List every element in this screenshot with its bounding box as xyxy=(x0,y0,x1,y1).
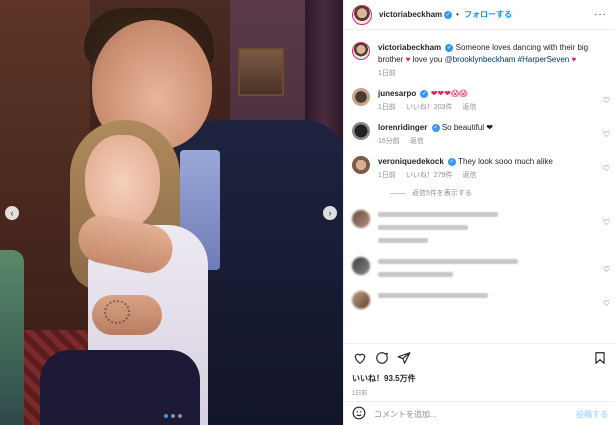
post-header: victoriabeckham ✓ • フォローする ··· xyxy=(344,0,615,30)
comment-likes[interactable]: いいね！279件 xyxy=(406,172,453,179)
share-icon[interactable] xyxy=(396,350,412,366)
carousel-dot xyxy=(178,414,182,418)
heart-icon[interactable] xyxy=(352,350,368,366)
caption-time: 1日前 xyxy=(378,70,396,77)
comment-time: 16分前 xyxy=(378,138,400,145)
view-replies-button[interactable]: 返信5件を表示する xyxy=(344,186,615,206)
carousel-dots xyxy=(164,414,182,418)
blurred-text xyxy=(378,259,518,264)
comment-text: They look sooo much alike xyxy=(458,157,553,166)
reply-button[interactable]: 返信 xyxy=(463,172,477,179)
avatar[interactable] xyxy=(352,4,372,25)
post-date: 1日前 xyxy=(352,391,368,397)
post-comment-button[interactable]: 投稿する xyxy=(576,409,608,420)
post-sidebar: victoriabeckham ✓ • フォローする ··· victoriab… xyxy=(343,0,615,425)
wall-portrait xyxy=(238,48,284,96)
heart-icon[interactable]: ♡ xyxy=(603,164,610,173)
verified-badge-icon: ✓ xyxy=(431,123,440,132)
blurred-text xyxy=(378,212,498,217)
comment-likes[interactable]: いいね！203件 xyxy=(406,104,453,111)
avatar xyxy=(352,210,370,228)
comment-input[interactable]: コメントを追加... xyxy=(374,409,437,420)
post-actions: いいね！93.5万件 1日前 コメントを追加... 投稿する xyxy=(344,343,615,425)
comment-text: ❤❤❤😱😱 xyxy=(430,89,468,98)
chevron-left-icon[interactable]: ‹ xyxy=(5,206,19,220)
follow-button[interactable]: フォローする xyxy=(464,9,512,20)
avatar[interactable] xyxy=(352,42,370,60)
avatar[interactable] xyxy=(352,122,370,140)
emoji-icon[interactable] xyxy=(352,406,366,422)
comment-username[interactable]: junesarpo xyxy=(378,89,416,98)
carousel-dot xyxy=(171,414,175,418)
chevron-right-icon[interactable]: › xyxy=(323,206,337,220)
blurred-comment: ♡ xyxy=(344,253,615,287)
mention-link[interactable]: @brooklynbeckham xyxy=(445,55,516,64)
heart-icon[interactable]: ♡ xyxy=(603,218,610,227)
heart-emoji: ♥ xyxy=(571,55,577,64)
separator-dot: • xyxy=(456,10,459,19)
comment-item: lorenridinger ✓ So beautiful ❤ 16分前 返信 ♡ xyxy=(344,118,615,152)
heart-icon[interactable]: ♡ xyxy=(603,265,610,274)
verified-badge-icon: ✓ xyxy=(444,10,453,19)
blurred-text xyxy=(378,225,468,230)
hand-tattoo xyxy=(104,300,130,324)
add-comment-bar: コメントを追加... 投稿する xyxy=(344,401,615,425)
comment-item: veroniquedekock ✓ They look sooo much al… xyxy=(344,152,615,186)
blurred-text xyxy=(378,272,453,277)
comment-icon[interactable] xyxy=(374,350,390,366)
comment-username[interactable]: veroniquedekock xyxy=(378,157,444,166)
avatar xyxy=(352,291,370,309)
heart-icon[interactable]: ♡ xyxy=(603,299,610,308)
reply-button[interactable]: 返信 xyxy=(410,138,424,145)
heart-icon[interactable]: ♡ xyxy=(603,130,610,139)
reply-button[interactable]: 返信 xyxy=(463,104,477,111)
caption-username[interactable]: victoriabeckham xyxy=(378,43,441,52)
more-dots-icon[interactable]: ··· xyxy=(594,9,607,20)
blurred-text xyxy=(378,238,428,243)
background-person xyxy=(0,250,24,425)
avatar[interactable] xyxy=(352,88,370,106)
heart-icon[interactable]: ♡ xyxy=(603,96,610,105)
caption-text-2: love you xyxy=(412,55,443,64)
avatar xyxy=(352,257,370,275)
blurred-comment: ♡ xyxy=(344,287,615,313)
avatar[interactable] xyxy=(352,156,370,174)
comment-time: 1日前 xyxy=(378,104,396,111)
hashtag-link[interactable]: #HarperSeven xyxy=(518,55,570,64)
blurred-text xyxy=(378,293,488,298)
verified-badge-icon: ✓ xyxy=(420,89,429,98)
caption: victoriabeckham ✓ Someone loves dancing … xyxy=(344,38,615,84)
verified-badge-icon: ✓ xyxy=(448,157,457,166)
bookmark-icon[interactable] xyxy=(592,350,608,366)
heart-emoji: ♥ xyxy=(405,55,411,64)
blurred-comment: ♡ xyxy=(344,206,615,253)
comment-username[interactable]: lorenridinger xyxy=(378,123,427,132)
comment-item: junesarpo ✓ ❤❤❤😱😱 1日前 いいね！203件 返信 ♡ xyxy=(344,84,615,118)
comments-list: victoriabeckham ✓ Someone loves dancing … xyxy=(344,38,615,338)
carousel-dot xyxy=(164,414,168,418)
author-username[interactable]: victoriabeckham xyxy=(379,10,442,19)
like-count[interactable]: いいね！93.5万件 xyxy=(352,373,608,384)
instagram-post-view: ‹ › victoriabeckham ✓ • フォローする ··· victo… xyxy=(0,0,615,425)
verified-badge-icon: ✓ xyxy=(445,43,454,52)
comment-text: So beautiful ❤ xyxy=(441,123,493,132)
post-photo[interactable]: ‹ › xyxy=(0,0,343,425)
comment-time: 1日前 xyxy=(378,172,396,179)
